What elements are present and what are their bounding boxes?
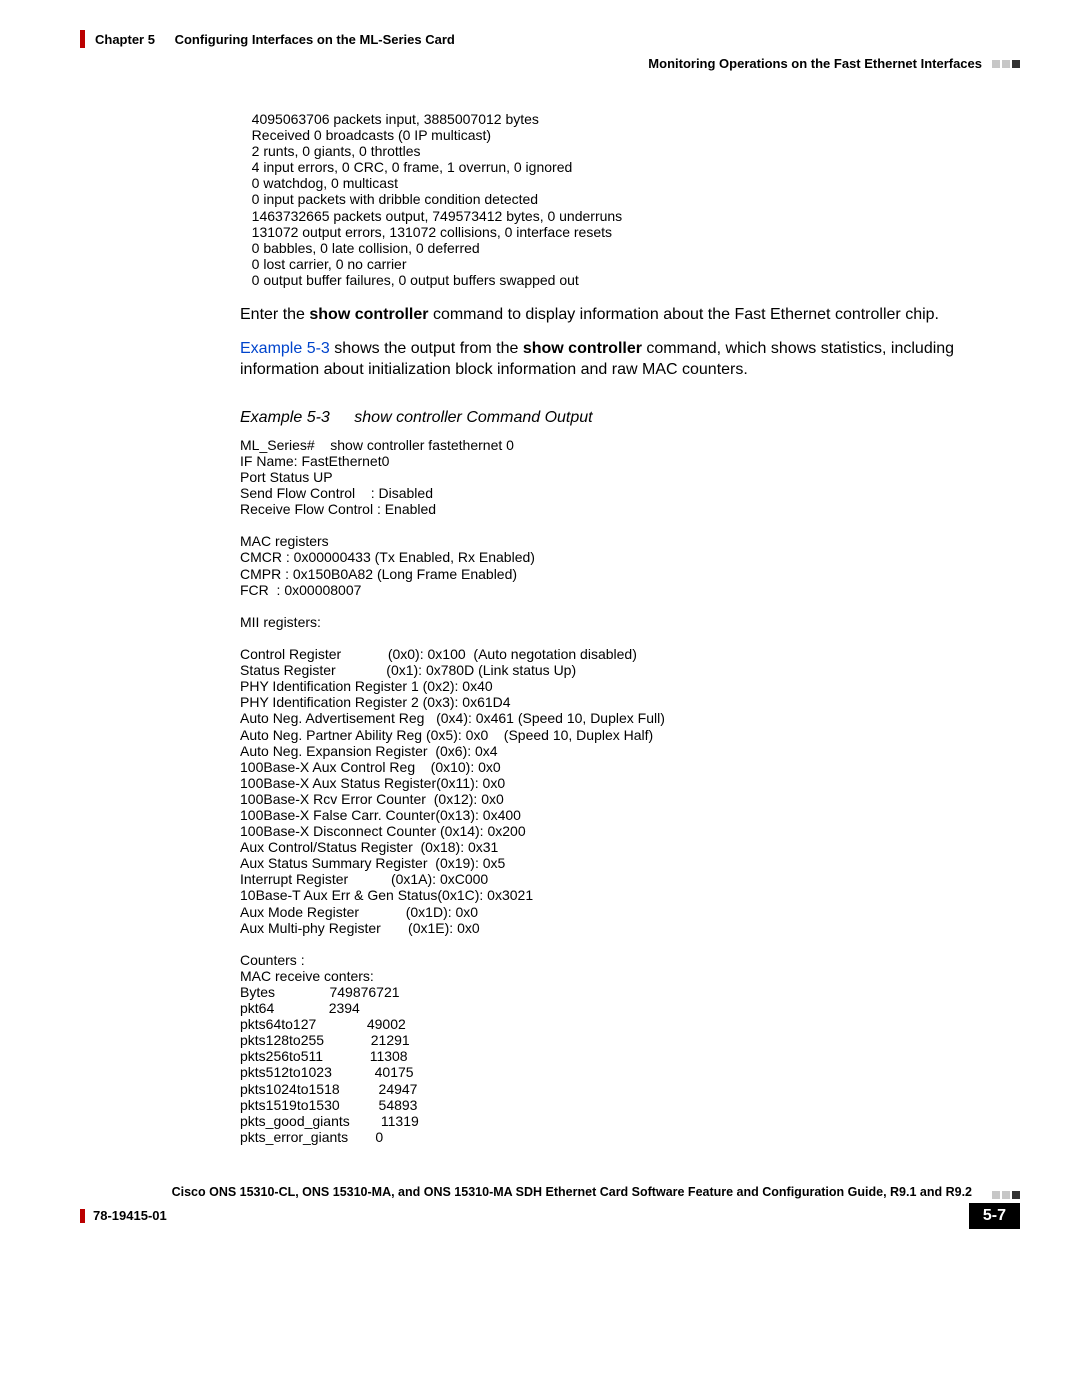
chapter-title: Configuring Interfaces on the ML-Series … <box>175 32 455 47</box>
text: shows the output from the <box>330 340 523 357</box>
code-output-2: ML_Series# show controller fastethernet … <box>240 437 1020 1145</box>
footer-squares-icon <box>992 1191 1020 1199</box>
code-output-1: 4095063706 packets input, 3885007012 byt… <box>240 111 1020 288</box>
footer-red-bar-icon <box>80 1209 85 1223</box>
header-right: Monitoring Operations on the Fast Ethern… <box>80 56 1020 71</box>
text: command to display information about the… <box>429 306 939 323</box>
chapter-number: Chapter 5 <box>95 32 155 47</box>
header-red-bar-icon <box>80 30 85 48</box>
footer-bottom: 78-19415-01 5-7 <box>80 1203 1020 1229</box>
command-name: show controller <box>523 340 642 357</box>
command-name: show controller <box>309 306 428 323</box>
document-number: 78-19415-01 <box>93 1208 167 1223</box>
paragraph-1: Enter the show controller command to dis… <box>240 304 1020 326</box>
section-title: Monitoring Operations on the Fast Ethern… <box>648 56 982 71</box>
page-header: Chapter 5 Configuring Interfaces on the … <box>80 30 1020 48</box>
header-left: Chapter 5 Configuring Interfaces on the … <box>80 30 455 48</box>
example-link[interactable]: Example 5-3 <box>240 340 330 357</box>
page-footer: Cisco ONS 15310-CL, ONS 15310-MA, and ON… <box>80 1185 1020 1199</box>
example-caption: Example 5-3 show controller Command Outp… <box>240 409 1020 427</box>
paragraph-2: Example 5-3 shows the output from the sh… <box>240 338 1020 381</box>
book-title: Cisco ONS 15310-CL, ONS 15310-MA, and ON… <box>80 1185 984 1199</box>
header-squares-icon <box>992 60 1020 68</box>
example-number: Example 5-3 <box>240 409 330 426</box>
page-number: 5-7 <box>969 1203 1020 1229</box>
text: Enter the <box>240 306 309 323</box>
example-title: show controller Command Output <box>354 409 592 426</box>
